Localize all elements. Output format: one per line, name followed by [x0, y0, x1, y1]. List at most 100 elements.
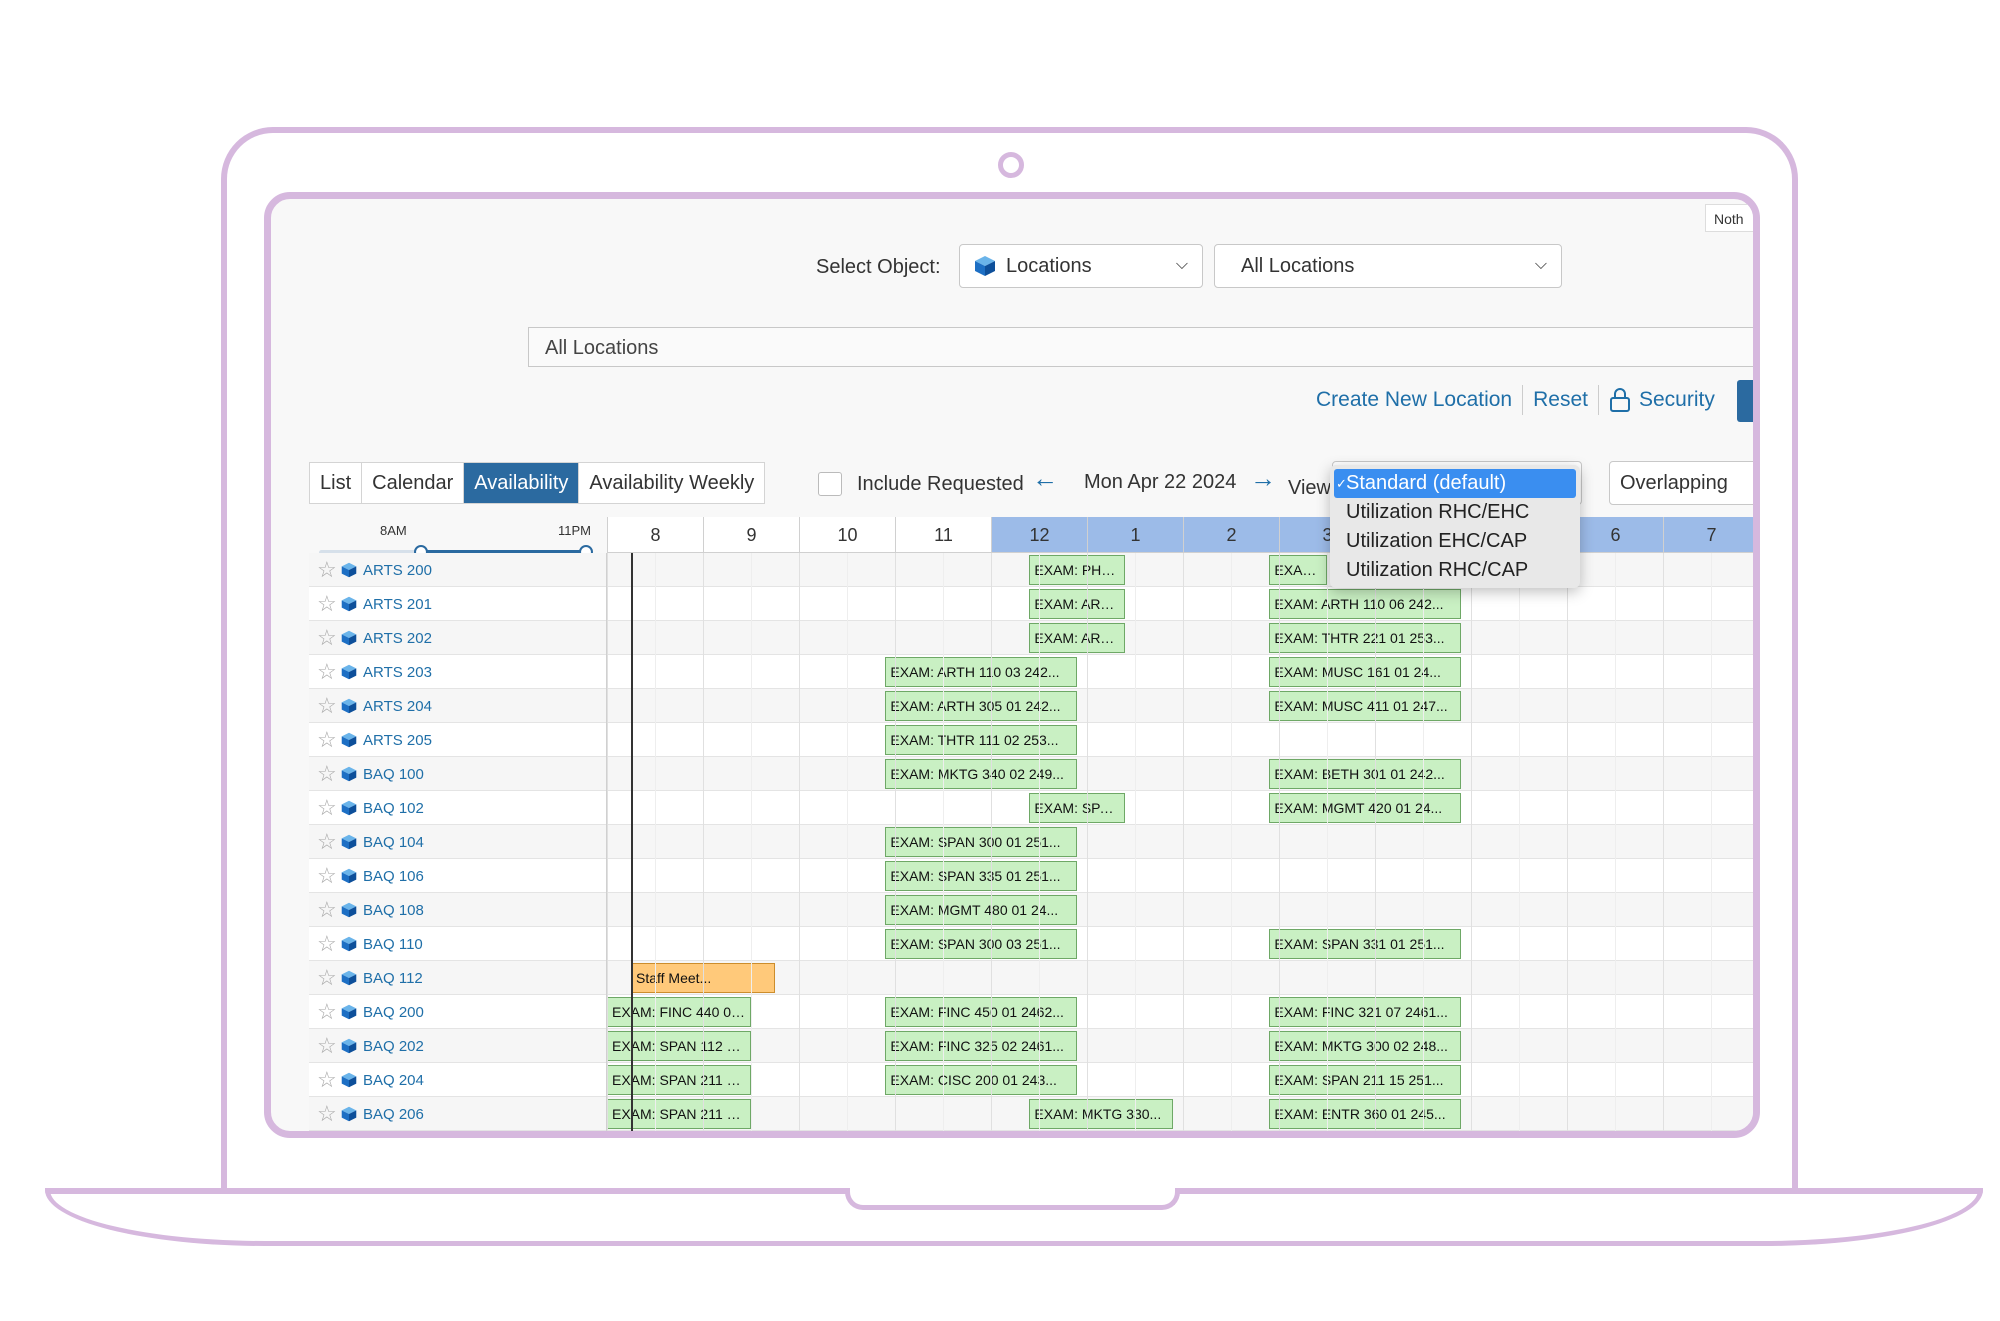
notification-tag[interactable]: Noth: [1705, 204, 1753, 232]
star-icon[interactable]: ☆: [317, 797, 339, 819]
star-icon[interactable]: ☆: [317, 559, 339, 581]
event-block[interactable]: EXAM: FINC 321 07 2461...: [1269, 997, 1462, 1027]
event-block[interactable]: EXAM: MUSC 411 01 247...: [1269, 691, 1462, 721]
room-link[interactable]: BAQ 110: [363, 936, 423, 953]
room-link[interactable]: ARTS 202: [363, 630, 432, 647]
create-new-location-link[interactable]: Create New Location: [1316, 388, 1512, 412]
table-row: ☆ BAQ 204 EXAM: SPAN 211 01... EXAM: CISC 2…: [309, 1063, 1753, 1097]
star-icon[interactable]: ☆: [317, 1069, 339, 1091]
cube-icon: [339, 800, 363, 816]
cube-icon: [339, 630, 363, 646]
event-block[interactable]: EXAM: SPAN 300 01 251...: [885, 827, 1078, 857]
room-link[interactable]: ARTS 201: [363, 596, 432, 613]
tab-calendar[interactable]: Calendar: [362, 463, 465, 503]
event-block[interactable]: EXAM: PHYS 104 ...: [1029, 555, 1126, 585]
tab-availability[interactable]: Availability: [464, 463, 580, 503]
view-option-standard[interactable]: ✓ Standard (default): [1334, 469, 1576, 498]
event-block[interactable]: EXAM: MGMT 480 01 24...: [885, 895, 1078, 925]
event-block[interactable]: EXAM: SPAN 211 01...: [607, 1065, 751, 1095]
star-icon[interactable]: ☆: [317, 865, 339, 887]
view-option-rhc-cap[interactable]: Utilization RHC/CAP: [1334, 556, 1576, 585]
room-link[interactable]: ARTS 204: [363, 698, 432, 715]
event-block[interactable]: EXAM: SPAN 112 01...: [607, 1031, 751, 1061]
object-type-select[interactable]: Locations ⌵: [959, 244, 1203, 288]
security-link[interactable]: Security: [1609, 388, 1715, 413]
view-option-rhc-ehc[interactable]: Utilization RHC/EHC: [1334, 498, 1576, 527]
room-link[interactable]: ARTS 200: [363, 562, 432, 579]
room-link[interactable]: BAQ 206: [363, 1106, 424, 1123]
previous-day-arrow[interactable]: ←: [1032, 463, 1058, 494]
room-link[interactable]: BAQ 200: [363, 1004, 424, 1021]
event-block[interactable]: EXAM: SPAN 211 15 251...: [1269, 1065, 1462, 1095]
room-link[interactable]: BAQ 204: [363, 1072, 424, 1089]
star-icon[interactable]: ☆: [317, 1035, 339, 1057]
event-block[interactable]: EXAM: FINC 440 01 ...: [607, 997, 751, 1027]
event-block[interactable]: EXAM: SPAN 331 01 251...: [1269, 929, 1462, 959]
half-hour-gridline: [1615, 553, 1616, 1131]
star-icon[interactable]: ☆: [317, 933, 339, 955]
cube-icon: [339, 936, 363, 952]
event-block[interactable]: EXAM: ARTH 110 03 242...: [885, 657, 1078, 687]
event-block[interactable]: EXAM: ARTH 305 01 242...: [885, 691, 1078, 721]
overlapping-select[interactable]: Overlapping: [1609, 461, 1753, 505]
event-block[interactable]: EXAM: CISC 200 01 243...: [885, 1065, 1078, 1095]
hour-gridline: [1567, 553, 1568, 1131]
star-icon[interactable]: ☆: [317, 593, 339, 615]
tab-list[interactable]: List: [310, 463, 363, 503]
star-icon[interactable]: ☆: [317, 763, 339, 785]
event-block[interactable]: EXAM: ARTH 110 06 242...: [1269, 589, 1462, 619]
star-icon[interactable]: ☆: [317, 1103, 339, 1125]
location-filter-value: All Locations: [1241, 254, 1355, 277]
event-block[interactable]: EXAM: MKTG 330...: [1029, 1099, 1174, 1129]
table-row: ☆ ARTS 202 EXAM: ARTH 110 ... EXAM: THTR 22…: [309, 621, 1753, 655]
star-icon[interactable]: ☆: [317, 661, 339, 683]
cube-icon: [339, 834, 363, 850]
event-block[interactable]: EXAM: MKTG 300 02 248...: [1269, 1031, 1462, 1061]
event-block[interactable]: EXAM: SPAN 335 01 251...: [885, 861, 1078, 891]
event-block[interactable]: EXAM: MKTG 340 02 249...: [885, 759, 1078, 789]
primary-action-button[interactable]: [1737, 380, 1753, 422]
event-block[interactable]: EXAM: ENTR 360 01 245...: [1269, 1099, 1462, 1129]
event-block[interactable]: EXAM: MUSC 161 01 24...: [1269, 657, 1462, 687]
room-link[interactable]: BAQ 108: [363, 902, 424, 919]
include-requested-checkbox[interactable]: [818, 472, 842, 496]
location-filter-select[interactable]: All Locations ⌵: [1214, 244, 1562, 288]
room-link[interactable]: BAQ 106: [363, 868, 424, 885]
event-block[interactable]: EXAM: MGMT 420 01 24...: [1269, 793, 1462, 823]
next-day-arrow[interactable]: →: [1250, 463, 1276, 494]
location-search-input[interactable]: All Locations: [528, 327, 1753, 367]
star-icon[interactable]: ☆: [317, 1001, 339, 1023]
event-block[interactable]: EXAM: SPAN 211 02...: [607, 1099, 751, 1129]
event-block[interactable]: EXAM: SPAN 300 03 251...: [885, 929, 1078, 959]
half-hour-gridline: [1135, 553, 1136, 1131]
star-icon[interactable]: ☆: [317, 831, 339, 853]
event-block[interactable]: EXAM: THTR 221 01 253...: [1269, 623, 1462, 653]
event-block[interactable]: EXAM: FINC 325 02 2461...: [885, 1031, 1078, 1061]
event-block[interactable]: EXAM: ARTH 110 ...: [1029, 623, 1126, 653]
room-link[interactable]: BAQ 112: [363, 970, 423, 987]
room-link[interactable]: ARTS 203: [363, 664, 432, 681]
room-link[interactable]: BAQ 104: [363, 834, 424, 851]
view-option-ehc-cap[interactable]: Utilization EHC/CAP: [1334, 527, 1576, 556]
star-icon[interactable]: ☆: [317, 967, 339, 989]
tab-availability-weekly[interactable]: Availability Weekly: [579, 463, 764, 503]
room-link[interactable]: ARTS 205: [363, 732, 432, 749]
star-icon[interactable]: ☆: [317, 729, 339, 751]
room-name-cell: ☆ BAQ 106: [309, 859, 607, 893]
cube-icon: [339, 596, 363, 612]
star-icon[interactable]: ☆: [317, 627, 339, 649]
event-block[interactable]: EXAM: SPAN 300 ...: [1029, 793, 1126, 823]
star-icon[interactable]: ☆: [317, 899, 339, 921]
star-icon[interactable]: ☆: [317, 695, 339, 717]
hour-gridline: [607, 553, 608, 1131]
hour-gridline: [895, 553, 896, 1131]
event-block[interactable]: EXAM: FINC 450 01 2462...: [885, 997, 1078, 1027]
laptop-screen: Noth Select Object: Locations ⌵ All Loca…: [264, 192, 1760, 1138]
event-block[interactable]: EXAM: BETH 301 01 242...: [1269, 759, 1462, 789]
room-link[interactable]: BAQ 102: [363, 800, 424, 817]
event-block[interactable]: EXAM: ARTH 110 ...: [1029, 589, 1126, 619]
reset-link[interactable]: Reset: [1533, 388, 1588, 412]
room-link[interactable]: BAQ 100: [363, 766, 424, 783]
room-link[interactable]: BAQ 202: [363, 1038, 424, 1055]
event-block[interactable]: EXAM: THTR 111 02 253...: [885, 725, 1078, 755]
